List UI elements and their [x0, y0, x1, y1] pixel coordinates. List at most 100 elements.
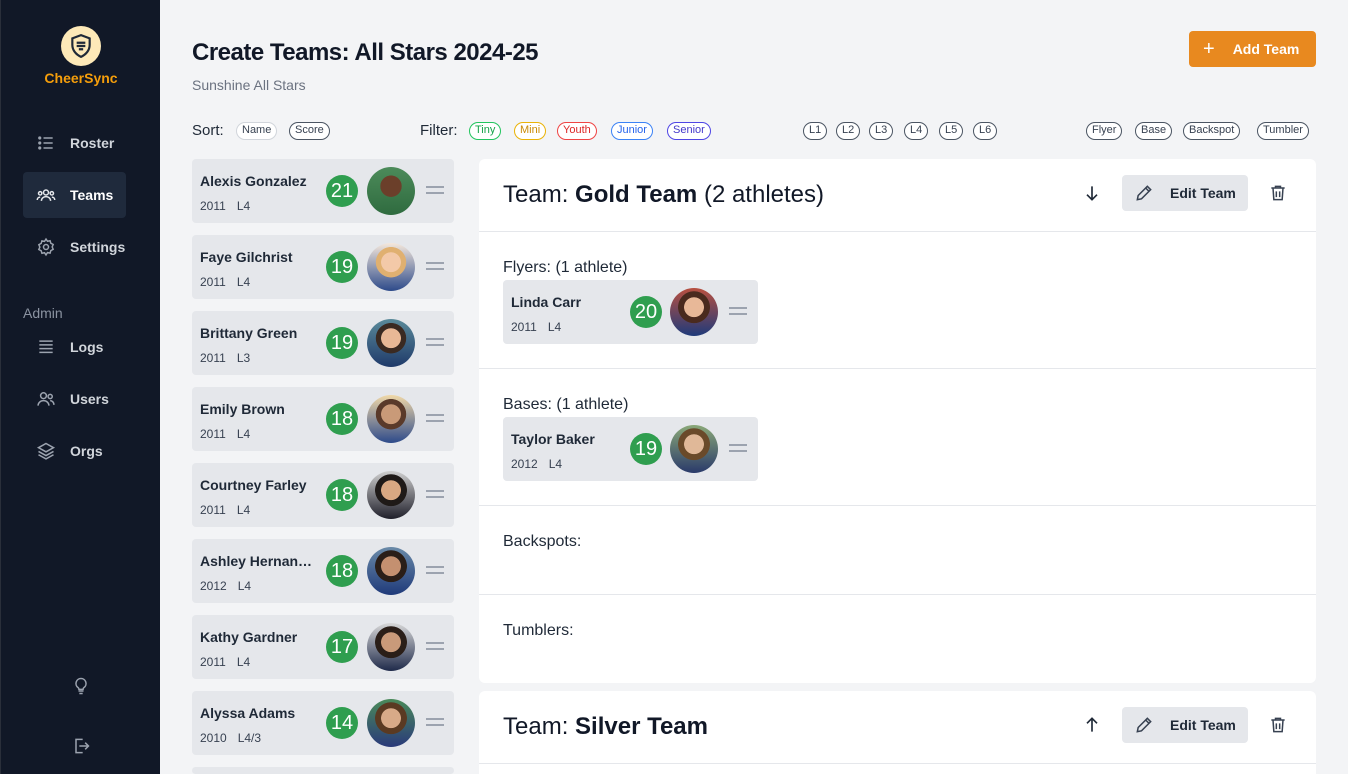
athlete-meta: 2011 L4 — [200, 199, 250, 213]
athlete-level: L4 — [236, 275, 251, 289]
avatar — [367, 471, 415, 519]
drag-handle-icon[interactable] — [426, 414, 444, 422]
filter-l1-chip[interactable]: L1 — [803, 122, 828, 140]
log-icon — [39, 340, 53, 354]
athlete-meta: 2012 L4 — [200, 579, 251, 593]
trash-icon[interactable] — [1268, 715, 1288, 735]
athlete-year: 2011 — [200, 199, 226, 213]
athlete-level: L4 — [236, 503, 251, 517]
nav-teams[interactable]: Teams — [23, 172, 126, 218]
filter-junior-chip[interactable]: Junior — [611, 122, 653, 140]
sort-score-chip[interactable]: Score — [289, 122, 330, 140]
admin-section-label: Admin — [23, 305, 63, 321]
athlete-meta: 2011 L4 — [200, 503, 250, 517]
drag-handle-icon[interactable] — [426, 262, 444, 270]
filter-mini-chip[interactable]: Mini — [514, 122, 547, 140]
athlete-meta: 2011 L4 — [200, 655, 250, 669]
athlete-year: 2011 — [200, 427, 226, 441]
filter-base-chip[interactable]: Base — [1135, 122, 1173, 140]
roster-card[interactable]: Emily Brown 2011 L4 18 — [192, 387, 454, 451]
filter-tiny-chip[interactable]: Tiny — [469, 122, 502, 140]
roster-card[interactable]: Ashley Hernandez 2012 L4 18 — [192, 539, 454, 603]
sort-name-chip[interactable]: Name — [236, 122, 278, 140]
divider — [479, 368, 1316, 369]
filter-l6-chip[interactable]: L6 — [973, 122, 998, 140]
filter-l3-chip[interactable]: L3 — [869, 122, 894, 140]
roster-card[interactable]: Alyssa Adams 2010 L4/3 14 — [192, 691, 454, 755]
nav-users-label: Users — [70, 391, 109, 407]
divider — [479, 231, 1316, 232]
roster-card[interactable] — [192, 767, 454, 774]
arrow-down-icon[interactable] — [1082, 183, 1102, 203]
athlete-year: 2011 — [200, 503, 226, 517]
filter-flyer-chip[interactable]: Flyer — [1086, 122, 1123, 140]
people-icon — [36, 189, 56, 201]
team-athlete-card[interactable]: Taylor Baker 2012 L4 19 — [503, 417, 758, 481]
filter-l5-chip[interactable]: L5 — [939, 122, 964, 140]
nav-roster[interactable]: Roster — [23, 120, 126, 166]
nav-settings[interactable]: Settings — [23, 224, 126, 270]
filter-tumbler-chip[interactable]: Tumbler — [1257, 122, 1309, 140]
logout-icon[interactable] — [71, 736, 91, 756]
nav-settings-label: Settings — [70, 239, 126, 255]
divider — [479, 763, 1316, 764]
roster-card[interactable]: Kathy Gardner 2011 L4 17 — [192, 615, 454, 679]
drag-handle-icon[interactable] — [729, 444, 747, 452]
athlete-name: Alyssa Adams — [200, 705, 296, 721]
edit-team-button[interactable]: Edit Team — [1122, 707, 1248, 743]
nav-logs[interactable]: Logs — [23, 324, 126, 370]
athlete-year: 2010 — [200, 731, 227, 745]
athlete-year: 2012 — [200, 579, 227, 593]
page-title: Create Teams: All Stars 2024-25 — [192, 39, 539, 66]
filter-label: Filter: — [420, 122, 458, 139]
drag-handle-icon[interactable] — [426, 566, 444, 574]
roster-card[interactable]: Faye Gilchrist 2011 L4 19 — [192, 235, 454, 299]
team-athlete-card[interactable]: Linda Carr 2011 L4 20 — [503, 280, 758, 344]
roster-card[interactable]: Brittany Green 2011 L3 19 — [192, 311, 454, 375]
score-badge: 17 — [326, 631, 358, 663]
score-badge: 19 — [326, 327, 358, 359]
filter-l4-chip[interactable]: L4 — [904, 122, 929, 140]
add-team-button[interactable]: + Add Team — [1189, 31, 1316, 67]
athlete-level: L4 — [236, 655, 251, 669]
team-panel-silver: Team: Silver Team Edit Team — [479, 691, 1316, 774]
roster-card[interactable]: Courtney Farley 2011 L4 18 — [192, 463, 454, 527]
app-name: CheerSync — [44, 70, 118, 86]
lightbulb-icon[interactable] — [71, 676, 91, 696]
drag-handle-icon[interactable] — [426, 338, 444, 346]
arrow-up-icon[interactable] — [1082, 715, 1102, 735]
nav-orgs[interactable]: Orgs — [23, 428, 126, 474]
filter-senior-chip[interactable]: Senior — [667, 122, 711, 140]
avatar — [367, 623, 415, 671]
filter-youth-chip[interactable]: Youth — [557, 122, 597, 140]
app-logo[interactable]: CheerSync — [1, 26, 161, 86]
drag-handle-icon[interactable] — [729, 307, 747, 315]
edit-team-button[interactable]: Edit Team — [1122, 175, 1248, 211]
filter-backspot-chip[interactable]: Backspot — [1183, 122, 1241, 140]
roster-card[interactable]: Alexis Gonzalez 2011 L4 21 — [192, 159, 454, 223]
avatar — [367, 547, 415, 595]
pencil-icon — [1136, 717, 1152, 733]
filter-l2-chip[interactable]: L2 — [836, 122, 861, 140]
drag-handle-icon[interactable] — [426, 186, 444, 194]
backspots-label: Backspots: — [503, 533, 582, 550]
avatar — [367, 699, 415, 747]
athlete-level: L4 — [548, 457, 563, 471]
drag-handle-icon[interactable] — [426, 490, 444, 498]
drag-handle-icon[interactable] — [426, 642, 444, 650]
athlete-name: Brittany Green — [200, 325, 298, 341]
athlete-meta: 2012 L4 — [511, 457, 562, 471]
athlete-year: 2011 — [511, 320, 537, 334]
nav-users[interactable]: Users — [23, 376, 126, 422]
athlete-name: Courtney Farley — [200, 477, 307, 493]
score-badge: 14 — [326, 707, 358, 739]
nav-orgs-label: Orgs — [70, 443, 103, 459]
athlete-meta: 2011 L4 — [200, 275, 250, 289]
athlete-name: Kathy Gardner — [200, 629, 298, 645]
team-prefix: Team: — [503, 181, 576, 208]
drag-handle-icon[interactable] — [426, 718, 444, 726]
nav-teams-label: Teams — [70, 187, 114, 203]
athlete-level: L4 — [236, 199, 251, 213]
athlete-level: L4 — [237, 579, 252, 593]
trash-icon[interactable] — [1268, 183, 1288, 203]
